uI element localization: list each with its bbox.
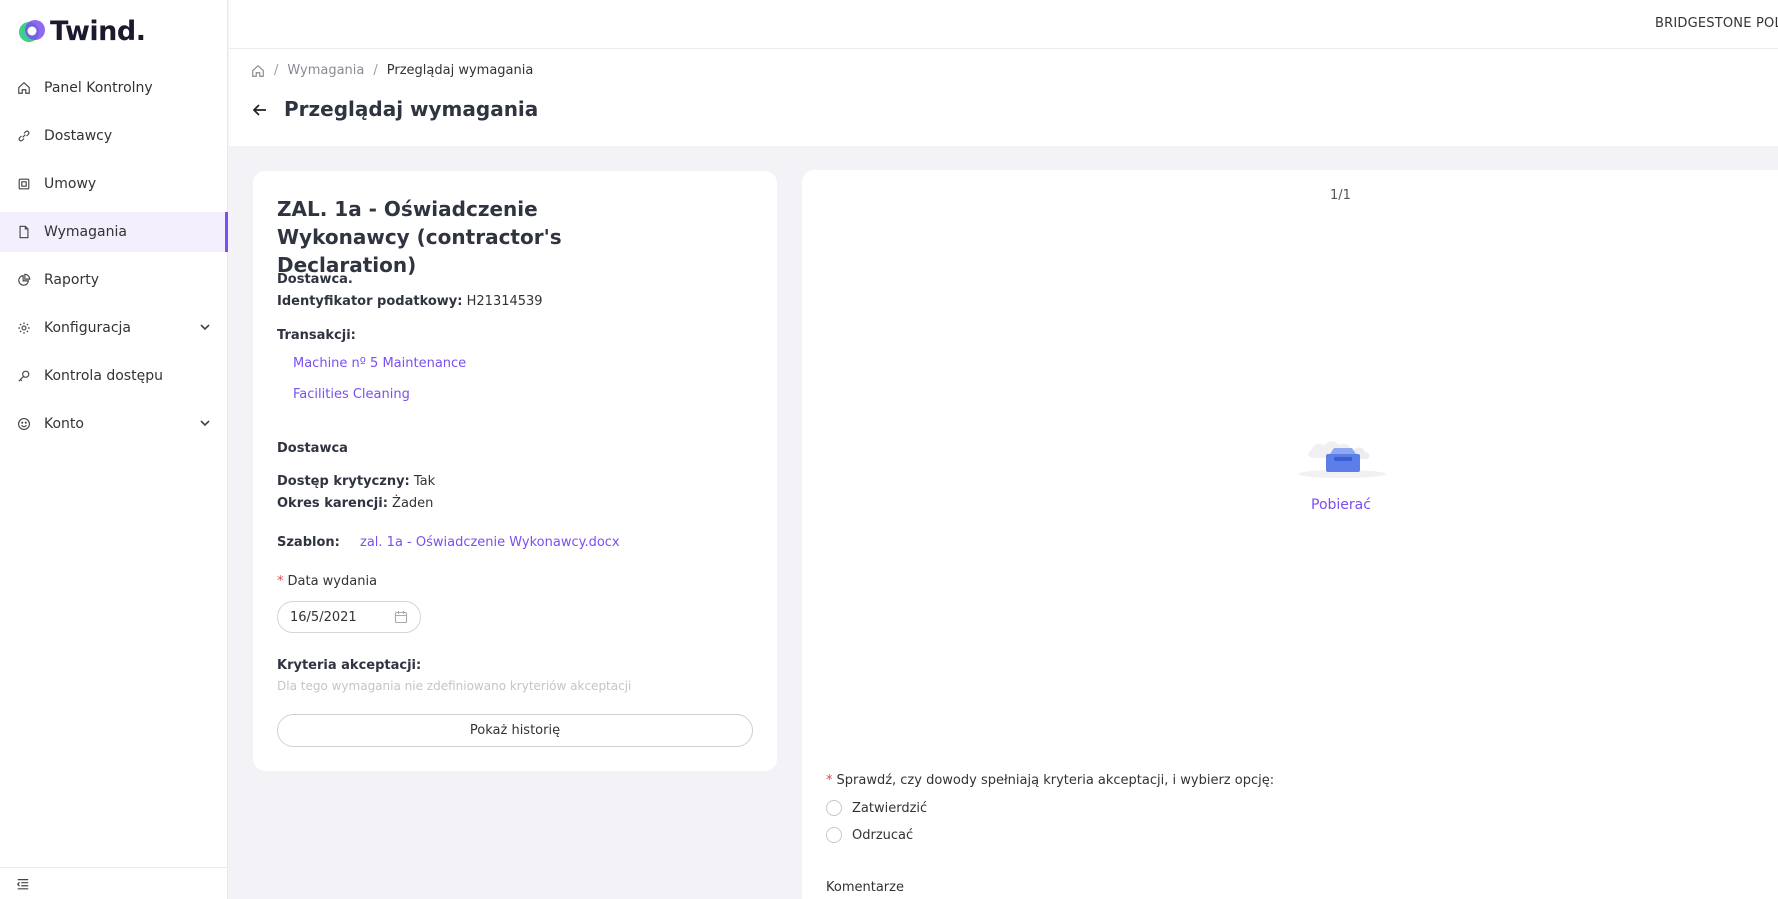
sidebar-item-label: Panel Kontrolny — [44, 80, 153, 96]
sidebar-item-label: Konfiguracja — [44, 320, 132, 336]
required-marker: * — [277, 574, 284, 589]
template-label: Szablon: — [277, 535, 340, 550]
transaction-link[interactable]: Machine nº 5 Maintenance — [293, 356, 466, 371]
criteria-label: Kryteria akceptacji: — [277, 658, 422, 673]
comments-label: Komentarze — [826, 880, 904, 895]
gear-icon — [16, 320, 32, 336]
approve-radio[interactable] — [826, 800, 842, 816]
requirement-title: ZAL. 1a - Oświadczenie Wykonawcy (contra… — [277, 197, 562, 277]
approve-option[interactable]: Zatwierdzić — [826, 800, 927, 816]
breadcrumb: / Wymagania / Przeglądaj wymagania — [251, 63, 533, 78]
document-icon — [16, 224, 32, 240]
sidebar-item-umowy[interactable]: Umowy — [0, 164, 228, 204]
sidebar-item-label: Dostawcy — [44, 128, 113, 144]
criteria-empty-text: Dla tego wymagania nie zdefiniowano kryt… — [277, 679, 632, 693]
sidebar-nav: Panel Kontrolny Dostawcy Umowy Wymagania… — [0, 68, 228, 452]
download-link[interactable]: Pobierać — [1311, 497, 1371, 513]
sidebar: Twind. Panel Kontrolny Dostawcy Umowy Wy… — [0, 0, 228, 899]
review-question: * Sprawdź, czy dowody spełniają kryteria … — [826, 773, 1275, 788]
required-marker: * — [826, 773, 833, 788]
smile-icon — [16, 416, 32, 432]
transactions-label: Transakcji: — [277, 328, 356, 343]
calendar-icon — [394, 611, 408, 624]
critical-access-label: Dostęp krytyczny: — [277, 474, 410, 489]
grace-period-label: Okres karencji: — [277, 496, 388, 511]
reject-radio[interactable] — [826, 827, 842, 843]
logo-mark-icon — [19, 20, 45, 42]
critical-access-row: Dostęp krytyczny: Tak — [277, 474, 435, 489]
sidebar-item-kontrola-dostepu[interactable]: Kontrola dostępu — [0, 356, 228, 396]
breadcrumb-link-wymagania[interactable]: Wymagania — [287, 63, 364, 78]
contract-icon — [16, 176, 32, 192]
sidebar-item-konto[interactable]: Konto — [0, 404, 228, 444]
empty-box-icon[interactable] — [1294, 424, 1390, 480]
back-arrow-icon[interactable] — [251, 101, 269, 119]
sidebar-item-panel-kontrolny[interactable]: Panel Kontrolny — [0, 68, 228, 108]
reject-label: Odrzucać — [852, 827, 914, 843]
breadcrumb-current: Przeglądaj wymagania — [386, 63, 534, 78]
tax-id-value: H21314539 — [466, 294, 543, 309]
page-title: Przeglądaj wymagania — [284, 97, 539, 121]
home-icon — [16, 80, 32, 96]
critical-access-value: Tak — [413, 474, 436, 489]
issue-date-input[interactable]: 16/5/2021 — [277, 601, 421, 633]
supplier-section-label: Dostawca — [277, 441, 348, 456]
approve-label: Zatwierdzić — [852, 800, 928, 816]
grace-period-value: Żaden — [392, 496, 434, 511]
pie-chart-icon — [16, 272, 32, 288]
issue-date-value: 16/5/2021 — [290, 609, 357, 625]
sidebar-item-label: Konto — [44, 416, 84, 432]
chevron-down-icon — [200, 420, 210, 427]
reject-option[interactable]: Odrzucać — [826, 827, 913, 843]
sidebar-item-wymagania[interactable]: Wymagania — [0, 212, 228, 252]
link-icon — [16, 128, 32, 144]
sidebar-item-label: Wymagania — [44, 224, 127, 240]
tax-id-row: Identyfikator podatkowy: H21314539 — [277, 294, 543, 309]
sidebar-item-dostawcy[interactable]: Dostawcy — [0, 116, 228, 156]
show-history-button[interactable]: Pokaż historię — [277, 714, 753, 747]
app-logo[interactable]: Twind. — [16, 14, 146, 48]
collapse-menu-icon[interactable] — [16, 877, 30, 891]
sidebar-item-konfiguracja[interactable]: Konfiguracja — [0, 308, 228, 348]
sidebar-footer — [0, 867, 228, 899]
chevron-down-icon — [200, 324, 210, 331]
grace-period-row: Okres karencji: Żaden — [277, 496, 433, 511]
page-header: / Wymagania / Przeglądaj wymagania Przeg… — [229, 49, 1778, 146]
logo-text: Twind. — [50, 15, 146, 47]
issue-date-label: Data wydania — [287, 574, 378, 589]
template-file-link[interactable]: zal. 1a - Oświadczenie Wykonawcy.docx — [360, 535, 620, 550]
tax-id-label: Identyfikator podatkowy: — [277, 294, 463, 309]
top-bar: BRIDGESTONE POL — [229, 0, 1778, 49]
supplier-label: Dostawca. — [277, 272, 353, 287]
sidebar-item-label: Umowy — [44, 176, 97, 192]
document-review-card: 1/1 Pobierać * Sprawdź, czy dowody spełni… — [802, 170, 1778, 899]
breadcrumb-separator: / — [274, 63, 279, 78]
key-icon — [16, 368, 32, 384]
template-row: Szablon: zal. 1a - Oświadczenie Wykonawc… — [277, 535, 620, 550]
sidebar-item-label: Kontrola dostępu — [44, 368, 163, 384]
page-counter: 1/1 — [1330, 188, 1351, 203]
home-icon[interactable] — [251, 64, 265, 78]
transaction-link[interactable]: Facilities Cleaning — [293, 387, 410, 402]
sidebar-item-label: Raporty — [44, 272, 99, 288]
issue-date-label-row: * Data wydania — [277, 574, 377, 589]
company-name[interactable]: BRIDGESTONE POL — [1655, 16, 1778, 31]
sidebar-item-raporty[interactable]: Raporty — [0, 260, 228, 300]
breadcrumb-separator: / — [373, 63, 378, 78]
requirement-details-card: ZAL. 1a - Oświadczenie Wykonawcy (contra… — [253, 171, 777, 771]
